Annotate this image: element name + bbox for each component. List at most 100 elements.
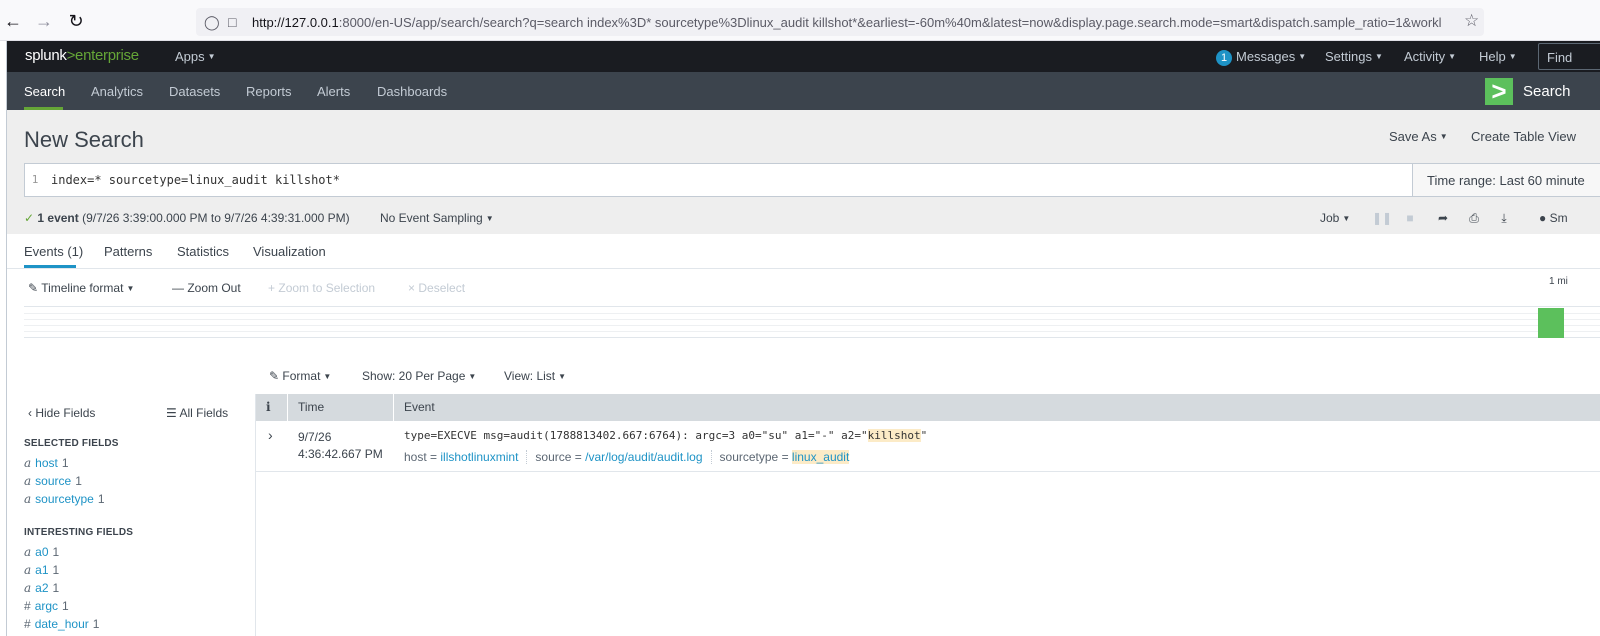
zoom-to-selection-button[interactable]: + Zoom to Selection xyxy=(268,281,375,295)
events-table: i Time Event › 9/7/26 4:36:42.667 PM type… xyxy=(256,394,1600,636)
results-panel: Events (1) Patterns Statistics Visualiza… xyxy=(7,234,1600,636)
share-icon[interactable]: ➦ xyxy=(1436,211,1450,225)
event-time: 9/7/26 4:36:42.667 PM xyxy=(298,430,383,461)
chevron-right-icon[interactable]: › xyxy=(268,427,273,443)
tab-visualization[interactable]: Visualization xyxy=(253,244,326,259)
caret-down-icon: ▼ xyxy=(468,372,477,381)
messages-badge: 1 xyxy=(1216,50,1232,66)
timeline-gridline xyxy=(24,331,1600,332)
pause-icon[interactable]: ❚❚ xyxy=(1372,211,1392,225)
caret-down-icon: ▼ xyxy=(1374,52,1383,61)
app-tab-analytics[interactable]: Analytics xyxy=(91,84,143,99)
deselect-button[interactable]: × Deselect xyxy=(408,281,465,295)
view-dropdown[interactable]: View: List ▼ xyxy=(504,369,566,383)
create-table-view-button[interactable]: Create Table View xyxy=(1471,129,1576,144)
activity-menu[interactable]: Activity ▼ xyxy=(1404,49,1456,64)
event-count: ✓ 1 event (9/7/26 3:39:00.000 PM to 9/7/… xyxy=(24,211,350,225)
per-page-dropdown[interactable]: Show: 20 Per Page ▼ xyxy=(362,369,476,383)
caret-down-icon: ▼ xyxy=(1448,52,1457,61)
help-menu[interactable]: Help ▼ xyxy=(1479,49,1517,64)
tab-statistics[interactable]: Statistics xyxy=(177,244,229,259)
field-a0[interactable]: a a0 1 xyxy=(24,545,59,559)
event-raw-text[interactable]: type=EXECVE msg=audit(1788813402.667:676… xyxy=(404,429,927,442)
field-a1[interactable]: a a1 1 xyxy=(24,563,59,577)
apps-menu[interactable]: Apps ▼ xyxy=(175,49,216,64)
close-icon: × xyxy=(408,281,416,295)
column-header-event: Event xyxy=(404,400,435,414)
page-icon[interactable]: □ xyxy=(228,14,236,30)
field-argc[interactable]: # argc 1 xyxy=(24,599,69,613)
selected-fields-heading: SELECTED FIELDS xyxy=(24,438,119,449)
separator xyxy=(710,450,712,464)
field-source[interactable]: a source 1 xyxy=(24,474,82,488)
interesting-fields-heading: INTERESTING FIELDS xyxy=(24,527,134,538)
table-row: › 9/7/26 4:36:42.667 PM type=EXECVE msg=a… xyxy=(256,421,1600,472)
caret-down-icon: ▼ xyxy=(323,372,332,381)
search-input[interactable]: index=* sourcetype=linux_audit killshot* xyxy=(51,173,340,187)
save-as-button[interactable]: Save As ▼ xyxy=(1389,129,1448,144)
app-tab-dashboards[interactable]: Dashboards xyxy=(377,84,447,99)
event-source-value[interactable]: /var/log/audit/audit.log xyxy=(585,450,702,464)
event-host-value[interactable]: illshotlinuxmint xyxy=(440,450,518,464)
splunk-app: splunk>enterprise Apps ▼ 1 Messages ▼ Setti… xyxy=(6,41,1600,636)
hide-fields-button[interactable]: ‹ Hide Fields xyxy=(28,406,95,420)
timeline-gridline xyxy=(24,325,1600,326)
app-tab-alerts[interactable]: Alerts xyxy=(317,84,350,99)
field-host[interactable]: a host 1 xyxy=(24,456,69,470)
caret-down-icon: ▼ xyxy=(1439,132,1448,141)
shield-icon[interactable]: ◯ xyxy=(204,14,220,31)
app-tab-search[interactable]: Search xyxy=(24,84,65,99)
messages-menu[interactable]: 1 Messages ▼ xyxy=(1216,49,1306,66)
line-number: 1 xyxy=(31,173,39,186)
event-sampling-dropdown[interactable]: No Event Sampling ▼ xyxy=(380,211,494,225)
timeline-gridline xyxy=(24,319,1600,320)
main-content: New Search Save As ▼ Create Table View 1 … xyxy=(7,110,1600,636)
caret-down-icon: ▼ xyxy=(126,284,135,293)
separator xyxy=(526,450,528,464)
export-icon[interactable]: ⤓ xyxy=(1497,211,1511,226)
column-header-time[interactable]: Time xyxy=(288,394,394,421)
reload-icon[interactable]: ↻ xyxy=(64,9,88,33)
search-bar: 1 index=* sourcetype=linux_audit killsho… xyxy=(24,163,1600,197)
search-mode-selector[interactable]: ● Sm xyxy=(1539,211,1568,225)
settings-menu[interactable]: Settings ▼ xyxy=(1325,49,1383,64)
arrow-right-icon[interactable]: → xyxy=(32,9,56,33)
minus-icon: — xyxy=(172,281,184,295)
caret-down-icon: ▼ xyxy=(1298,52,1307,61)
timeline-format-button[interactable]: ✎ Timeline format ▼ xyxy=(28,281,134,295)
bookmark-star-icon[interactable]: ☆ xyxy=(1464,11,1479,31)
event-metadata: host = illshotlinuxmint source = /var/log… xyxy=(404,450,850,464)
app-nav-bar: Search Analytics Datasets Reports Alerts… xyxy=(7,72,1600,110)
tab-patterns[interactable]: Patterns xyxy=(104,244,152,259)
pencil-icon: ✎ xyxy=(28,281,39,295)
format-button[interactable]: ✎ Format ▼ xyxy=(269,369,331,383)
job-menu[interactable]: Job ▼ xyxy=(1320,211,1350,225)
fields-sidebar: ‹ Hide Fields ☰ All Fields SELECTED FIEL… xyxy=(7,394,256,636)
time-range-picker[interactable]: Time range: Last 60 minute xyxy=(1412,164,1600,196)
field-sourcetype[interactable]: a sourcetype 1 xyxy=(24,492,105,506)
print-icon[interactable]: ⎙ xyxy=(1467,211,1481,226)
all-fields-button[interactable]: ☰ All Fields xyxy=(166,406,228,420)
tab-events[interactable]: Events (1) xyxy=(24,244,83,259)
app-tab-reports[interactable]: Reports xyxy=(246,84,292,99)
job-status-row: ✓ 1 event (9/7/26 3:39:00.000 PM to 9/7/… xyxy=(7,206,1600,234)
search-app-icon[interactable]: > xyxy=(1485,78,1513,105)
app-tab-datasets[interactable]: Datasets xyxy=(169,84,220,99)
event-sourcetype-value[interactable]: linux_audit xyxy=(791,450,850,464)
browser-toolbar: ← → ↻ ◯ □ http://127.0.0.1:8000/en-US/ap… xyxy=(0,0,1600,41)
field-a2[interactable]: a a2 1 xyxy=(24,581,59,595)
url-text[interactable]: http://127.0.0.1:8000/en-US/app/search/s… xyxy=(252,15,1442,30)
splunk-logo[interactable]: splunk>enterprise xyxy=(25,47,139,64)
events-table-header: i Time Event xyxy=(256,394,1600,421)
zoom-out-button[interactable]: — Zoom Out xyxy=(172,281,241,295)
field-date-hour[interactable]: # date_hour 1 xyxy=(24,617,99,631)
pencil-icon: ✎ xyxy=(269,369,280,383)
timeline-bar[interactable] xyxy=(1538,308,1564,338)
stop-icon[interactable]: ■ xyxy=(1403,211,1417,225)
arrow-left-icon[interactable]: ← xyxy=(1,9,25,33)
timeline-chart[interactable] xyxy=(24,306,1600,338)
caret-down-icon: ▼ xyxy=(207,52,216,61)
lightbulb-icon: ● xyxy=(1539,211,1547,225)
address-bar[interactable]: ◯ □ http://127.0.0.1:8000/en-US/app/sear… xyxy=(196,8,1484,36)
find-input[interactable]: Find xyxy=(1538,43,1600,70)
